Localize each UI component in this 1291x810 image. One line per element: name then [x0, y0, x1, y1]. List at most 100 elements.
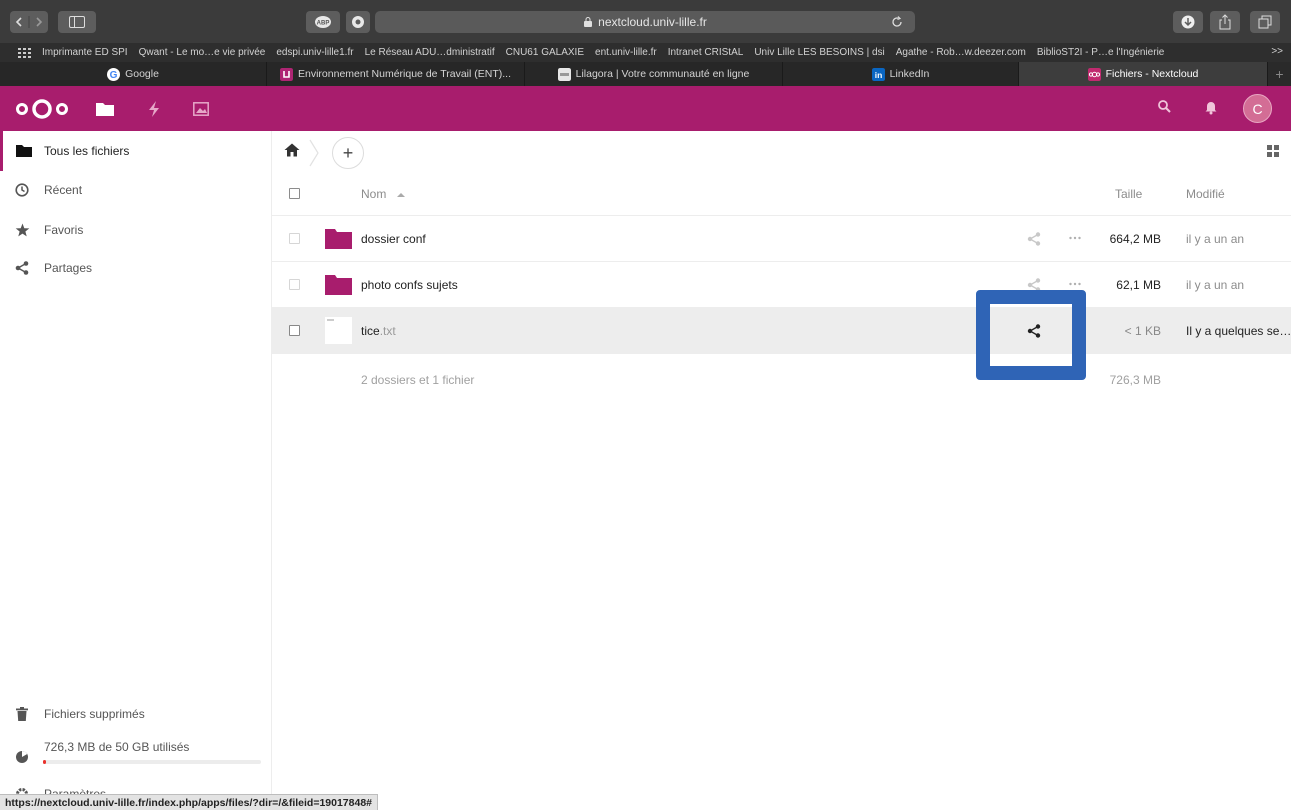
svg-text:G: G: [110, 70, 118, 81]
column-label: Nom: [361, 187, 387, 201]
trash-icon: [0, 707, 44, 721]
sidebar-item-shares[interactable]: Partages: [0, 248, 271, 288]
file-row[interactable]: tice.txt < 1 KB Il y a quelques se…: [272, 308, 1291, 354]
lightning-icon: [149, 101, 159, 117]
extension-button[interactable]: [346, 11, 370, 33]
back-forward-buttons[interactable]: [10, 11, 48, 33]
tab-nextcloud[interactable]: Fichiers - Nextcloud: [1019, 62, 1268, 86]
sidebar-item-all-files[interactable]: Tous les fichiers: [0, 131, 271, 171]
breadcrumb: +: [272, 131, 1291, 171]
notifications-button[interactable]: [1204, 99, 1218, 120]
google-icon: G: [107, 67, 121, 81]
gallery-app-icon[interactable]: [191, 99, 211, 119]
column-header-modified[interactable]: Modifié: [1186, 187, 1225, 201]
bookmark-item[interactable]: BiblioST2I - P…e l'Ingénierie: [1037, 47, 1165, 58]
bookmarks-bar: Imprimante ED SPI Qwant - Le mo…e vie pr…: [0, 43, 1291, 62]
share-icon[interactable]: [1027, 232, 1041, 246]
file-name[interactable]: tice.txt: [361, 324, 396, 338]
tab-google[interactable]: G Google: [0, 62, 267, 86]
file-size: 62,1 MB: [1116, 278, 1161, 292]
breadcrumb-separator-icon: [309, 139, 319, 167]
folder-icon: [325, 229, 352, 249]
files-app-icon[interactable]: [95, 99, 115, 119]
app-navigation: Tous les fichiers Récent Favoris Partage…: [0, 131, 272, 801]
bookmark-item[interactable]: CNU61 GALAXIE: [506, 47, 584, 58]
sidebar-item-recent[interactable]: Récent: [0, 170, 271, 210]
search-button[interactable]: [1157, 99, 1173, 120]
share-page-icon: [1219, 14, 1231, 30]
bookmark-item[interactable]: edspi.univ-lille1.fr: [276, 47, 353, 58]
file-name-text: photo confs sujets: [361, 278, 458, 292]
bookmark-item[interactable]: ent.univ-lille.fr: [595, 47, 657, 58]
link-status-bar: https://nextcloud.univ-lille.fr/index.ph…: [0, 794, 379, 810]
adblock-button[interactable]: ABP: [306, 11, 340, 33]
tab-label: Environnement Numérique de Travail (ENT)…: [298, 68, 511, 80]
sort-ascending-icon: [396, 193, 405, 197]
summary-count: 2 dossiers et 1 fichier: [361, 373, 475, 387]
column-header-name[interactable]: Nom: [361, 187, 405, 201]
file-row[interactable]: dossier conf 664,2 MB il y a un an: [272, 216, 1291, 262]
new-file-button[interactable]: +: [332, 137, 364, 169]
tab-lilagora[interactable]: Lilagora | Votre communauté en ligne: [525, 62, 783, 86]
file-name-text: dossier conf: [361, 232, 426, 246]
quota-pie-icon: [0, 740, 44, 764]
file-name[interactable]: photo confs sujets: [361, 278, 458, 292]
folder-icon: [325, 275, 352, 295]
tab-ent[interactable]: Environnement Numérique de Travail (ENT)…: [267, 62, 525, 86]
nextcloud-header: C: [0, 86, 1291, 131]
activity-app-icon[interactable]: [144, 99, 164, 119]
grid-view-icon[interactable]: [1267, 145, 1279, 157]
bookmarks-overflow-button[interactable]: >>: [1271, 46, 1283, 57]
top-sites-grid-icon[interactable]: [18, 47, 34, 59]
sidebar-item-label: Partages: [44, 261, 93, 275]
file-extension: .txt: [379, 324, 396, 338]
svg-text:ABP: ABP: [317, 21, 330, 27]
share-page-button[interactable]: [1210, 11, 1240, 33]
select-all-checkbox[interactable]: [289, 188, 300, 199]
bookmark-item[interactable]: Le Réseau ADU…dministratif: [365, 47, 495, 58]
sidebar-item-label: Tous les fichiers: [44, 144, 130, 158]
row-checkbox[interactable]: [289, 233, 300, 244]
tab-overview-button[interactable]: [1250, 11, 1280, 33]
bookmark-item[interactable]: Univ Lille LES BESOINS | dsi: [754, 47, 884, 58]
bookmark-item[interactable]: Agathe - Rob…w.deezer.com: [896, 47, 1026, 58]
ent-icon: [280, 67, 293, 81]
quota-bar-fill: [43, 760, 47, 764]
file-name[interactable]: dossier conf: [361, 232, 426, 246]
bookmark-item[interactable]: Intranet CRIStAL: [668, 47, 744, 58]
new-tab-button[interactable]: +: [1268, 62, 1291, 86]
sidebar-toggle-button[interactable]: [58, 11, 96, 33]
sidebar-item-label: Récent: [44, 183, 83, 197]
lilagora-icon: [557, 67, 571, 81]
downloads-button[interactable]: [1173, 11, 1203, 33]
tab-label: Google: [125, 68, 159, 80]
more-options-icon[interactable]: [1069, 236, 1081, 240]
row-checkbox[interactable]: [289, 325, 300, 336]
back-forward-icon: [15, 16, 43, 28]
star-icon: [0, 223, 44, 237]
bookmark-item[interactable]: Qwant - Le mo…e vie privée: [139, 47, 266, 58]
extension-icon: [352, 16, 364, 28]
search-icon: [1158, 100, 1171, 113]
tab-label: Lilagora | Votre communauté en ligne: [575, 68, 750, 80]
row-checkbox[interactable]: [289, 279, 300, 290]
reload-icon[interactable]: [889, 14, 905, 30]
tab-label: Fichiers - Nextcloud: [1105, 68, 1199, 80]
home-icon[interactable]: [284, 143, 300, 157]
lock-icon: [584, 17, 593, 27]
browser-toolbar: ABP nextcloud.univ-lille.fr: [0, 0, 1291, 43]
highlight-box: [976, 290, 1086, 380]
file-row[interactable]: photo confs sujets 62,1 MB il y a un an: [272, 262, 1291, 308]
address-text: nextcloud.univ-lille.fr: [598, 15, 707, 29]
linkedin-icon: in: [871, 67, 885, 81]
nextcloud-logo[interactable]: [15, 98, 71, 120]
address-bar[interactable]: nextcloud.univ-lille.fr: [375, 11, 915, 33]
user-avatar[interactable]: C: [1243, 94, 1272, 123]
column-header-size[interactable]: Taille: [1115, 187, 1142, 201]
bookmark-item[interactable]: Imprimante ED SPI: [42, 47, 128, 58]
sidebar-item-favorites[interactable]: Favoris: [0, 210, 271, 250]
tab-linkedin[interactable]: in LinkedIn: [783, 62, 1019, 86]
file-list-header: Nom Taille Modifié: [272, 171, 1291, 216]
more-options-icon[interactable]: [1069, 282, 1081, 286]
summary-size: 726,3 MB: [1109, 373, 1161, 387]
